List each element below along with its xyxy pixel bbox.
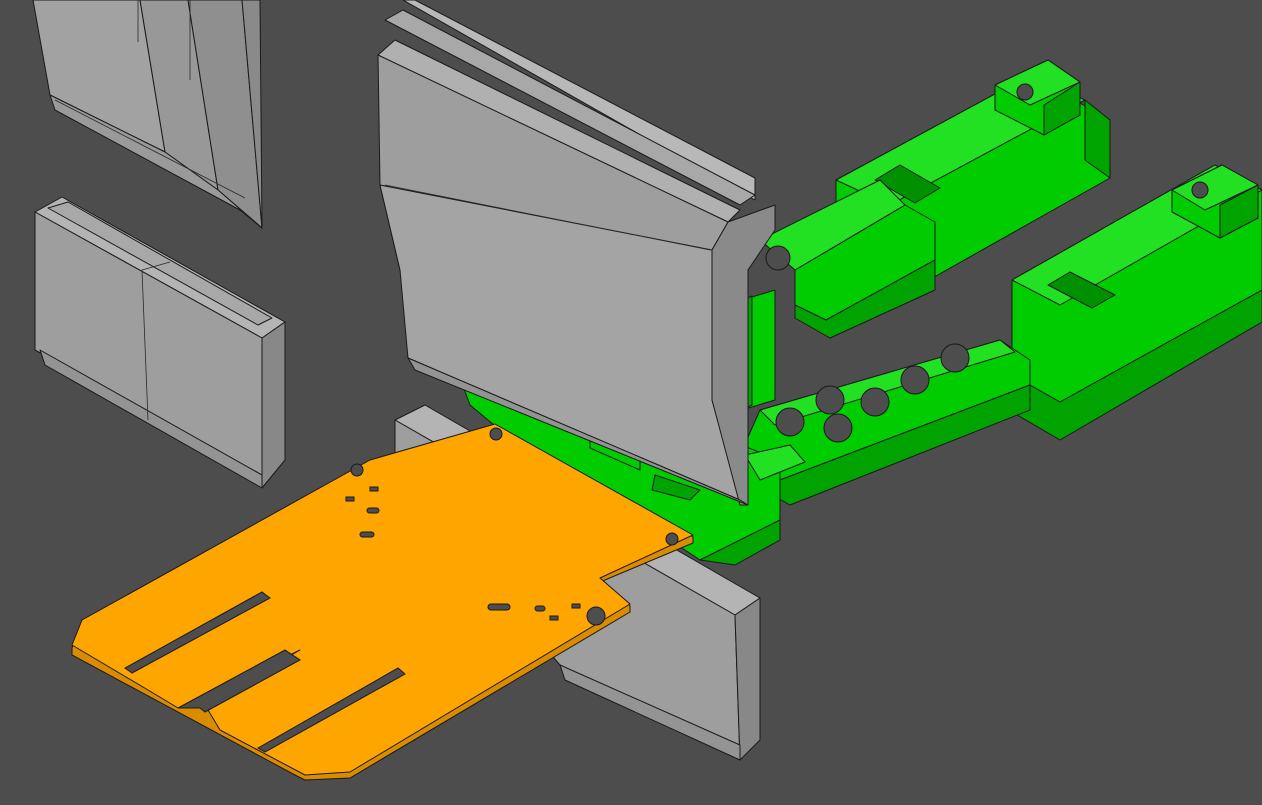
press-brake-scene[interactable] [0, 0, 1262, 805]
upper-punch-left[interactable] [32, 0, 263, 229]
lower-die-left[interactable] [34, 196, 286, 489]
3d-viewport[interactable] [0, 0, 1262, 805]
